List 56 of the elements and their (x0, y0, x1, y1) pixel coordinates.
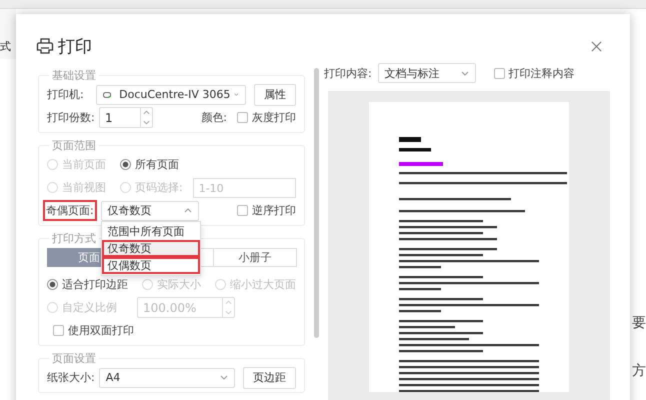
copies-spinbox[interactable]: 1 (99, 107, 153, 128)
field-label: 打印份数: (47, 110, 95, 125)
checkbox-label: 逆序打印 (252, 203, 296, 218)
caret-icon (460, 70, 469, 76)
radio-label: 页码选择: (135, 180, 183, 195)
checkbox-label: 打印注释内容 (508, 66, 575, 80)
printer-select[interactable]: DocuCentre-IV 3065 (96, 84, 246, 104)
section-title: 打印方式 (51, 231, 97, 246)
radio-label: 缩小过大页面 (230, 277, 296, 292)
grayscale-checkbox[interactable] (237, 112, 248, 123)
radio-button[interactable] (47, 279, 58, 290)
section-title: 页面范围 (51, 138, 97, 153)
up-caret-icon[interactable] (143, 110, 150, 116)
radio-label: 适合打印边距 (62, 277, 128, 292)
print-content-select[interactable]: 文档与标注 (378, 63, 476, 83)
down-caret-icon[interactable] (143, 120, 150, 125)
toolbar-label: 式 (0, 39, 11, 54)
down-caret-icon[interactable] (225, 310, 232, 315)
section-title: 页面设置 (51, 351, 97, 366)
field-label: 纸张大小: (47, 370, 95, 385)
properties-button[interactable]: 属性 (254, 84, 296, 106)
up-caret-icon[interactable] (225, 300, 232, 306)
select-value: 文档与标注 (384, 66, 441, 80)
margins-button[interactable]: 页边距 (243, 366, 296, 388)
dropdown-option[interactable]: 范围中所有页面 (102, 222, 200, 240)
radio-label: 当前页面 (62, 157, 106, 172)
document-text: 方 (632, 362, 646, 380)
radio-label: 实际大小 (157, 277, 201, 292)
dropdown-option[interactable]: 仅奇数页 (102, 240, 200, 256)
caret-icon (220, 375, 228, 380)
close-icon[interactable] (591, 40, 602, 52)
field-label: 打印内容: (324, 66, 372, 80)
odd-even-select[interactable]: 仅奇数页 (100, 200, 199, 220)
select-value: A4 (106, 371, 122, 384)
section-title: 基础设置 (51, 68, 97, 83)
radio-button[interactable] (120, 159, 131, 170)
duplex-checkbox[interactable] (53, 325, 64, 336)
radio-label: 当前视图 (62, 180, 106, 195)
radio-label: 所有页面 (135, 157, 179, 172)
document-text: 要 (632, 314, 646, 332)
printer-name: DocuCentre-IV 3065 (119, 88, 230, 101)
dialog-title: 打印 (58, 36, 92, 58)
field-label: 打印机: (47, 87, 85, 102)
checkbox-label: 使用双面打印 (68, 323, 134, 338)
field-label: 奇偶页面: (43, 200, 97, 221)
reverse-checkbox[interactable] (237, 205, 248, 216)
mode-tab[interactable]: 小册子 (213, 248, 297, 267)
annotations-checkbox[interactable] (494, 68, 505, 78)
caret-icon (234, 92, 239, 97)
caret-icon (184, 208, 192, 213)
paper-size-select[interactable]: A4 (98, 368, 235, 388)
select-value: 仅奇数页 (108, 203, 153, 218)
checkbox-label: 灰度打印 (252, 110, 296, 125)
field-label: 颜色: (201, 110, 227, 125)
radio-label: 自定义比例 (62, 300, 117, 315)
scrollbar[interactable] (314, 68, 319, 338)
